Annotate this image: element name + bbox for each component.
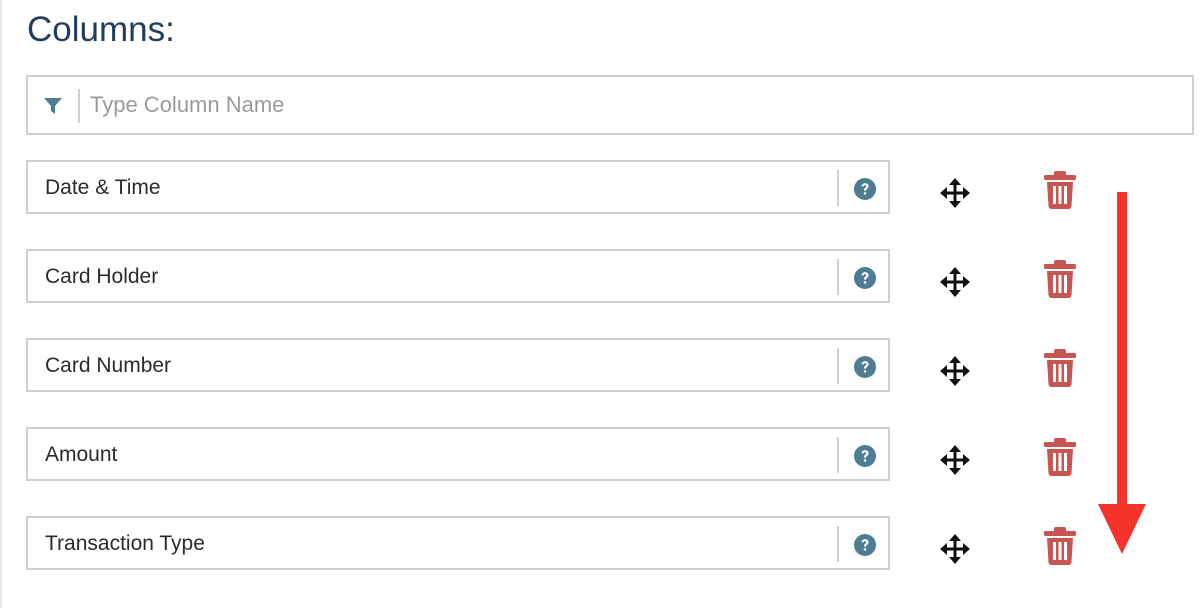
column-label: Transaction Type [45,532,205,555]
column-field[interactable]: Card Holder [26,249,890,303]
columns-panel: Columns: Date & Time [0,0,1204,608]
column-label: Amount [45,443,118,466]
column-label: Card Number [45,354,172,377]
column-field-divider [837,259,839,295]
filter-icon [44,98,62,114]
question-circle-icon[interactable] [854,178,876,200]
move-arrows-icon[interactable] [940,267,970,297]
column-label: Date & Time [45,176,161,199]
trash-icon[interactable] [1043,171,1077,209]
trash-icon[interactable] [1043,527,1077,565]
move-arrows-icon[interactable] [940,534,970,564]
column-field[interactable]: Amount [26,427,890,481]
column-filter-box [26,75,1194,135]
move-arrows-icon[interactable] [940,178,970,208]
column-field[interactable]: Transaction Type [26,516,890,570]
move-arrows-icon[interactable] [940,356,970,386]
column-row: Card Holder [26,249,1126,305]
column-row: Date & Time [26,160,1126,216]
question-circle-icon[interactable] [854,445,876,467]
column-field-divider [837,348,839,384]
column-field[interactable]: Card Number [26,338,890,392]
move-arrows-icon[interactable] [940,445,970,475]
column-field[interactable]: Date & Time [26,160,890,214]
column-row: Card Number [26,338,1126,394]
filter-divider [78,89,80,123]
down-arrow-icon [1098,192,1146,554]
section-title: Columns: [27,10,175,49]
column-row: Transaction Type [26,516,1126,572]
trash-icon[interactable] [1043,260,1077,298]
trash-icon[interactable] [1043,438,1077,476]
trash-icon[interactable] [1043,349,1077,387]
question-circle-icon[interactable] [854,534,876,556]
question-circle-icon[interactable] [854,267,876,289]
column-field-divider [837,437,839,473]
column-name-filter-input[interactable] [90,87,1180,123]
question-circle-icon[interactable] [854,356,876,378]
column-field-divider [837,170,839,206]
column-field-divider [837,526,839,562]
column-label: Card Holder [45,265,159,288]
panel-left-border [0,0,2,608]
column-row: Amount [26,427,1126,483]
